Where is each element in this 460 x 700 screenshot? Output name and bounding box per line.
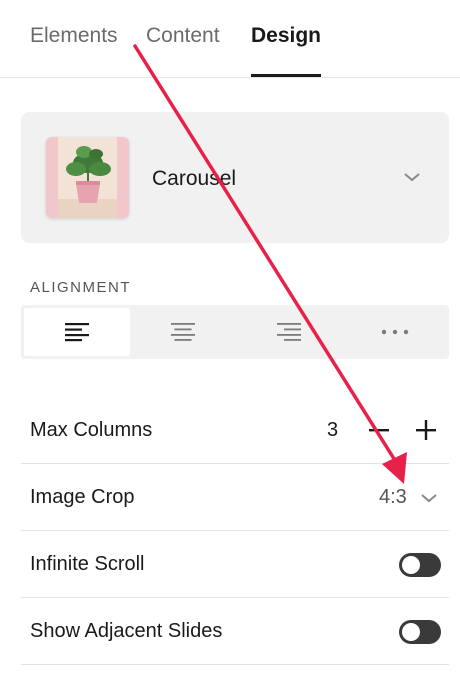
max-columns-row: Max Columns 3 bbox=[21, 397, 449, 464]
show-adjacent-slides-row: Show Adjacent Slides bbox=[21, 598, 449, 665]
align-left-button[interactable] bbox=[24, 308, 130, 356]
more-options-button[interactable] bbox=[342, 308, 448, 356]
potted-plant-image bbox=[46, 137, 129, 218]
tab-content[interactable]: Content bbox=[146, 24, 220, 48]
panel-tabs: Elements Content Design bbox=[0, 0, 460, 78]
max-columns-value: 3 bbox=[327, 419, 339, 441]
show-adjacent-slides-label: Show Adjacent Slides bbox=[30, 620, 223, 642]
align-left-icon bbox=[65, 323, 89, 342]
active-tab-indicator bbox=[251, 74, 321, 77]
block-type-name: Carousel bbox=[152, 167, 237, 190]
align-center-button[interactable] bbox=[130, 308, 236, 356]
image-crop-value[interactable]: 4:3 bbox=[379, 486, 407, 509]
chevron-down-icon[interactable] bbox=[420, 490, 438, 506]
block-type-selector[interactable]: Carousel bbox=[21, 112, 449, 243]
infinite-scroll-toggle[interactable] bbox=[399, 553, 441, 577]
toggle-knob bbox=[402, 623, 420, 641]
carousel-thumbnail-image bbox=[46, 137, 129, 218]
decrease-columns-button[interactable] bbox=[362, 413, 396, 447]
align-right-button[interactable] bbox=[236, 308, 342, 356]
infinite-scroll-label: Infinite Scroll bbox=[30, 553, 145, 575]
image-crop-row[interactable]: Image Crop 4:3 bbox=[21, 464, 449, 531]
infinite-scroll-row: Infinite Scroll bbox=[21, 531, 449, 598]
chevron-down-icon[interactable] bbox=[402, 167, 422, 187]
alignment-label: ALIGNMENT bbox=[30, 279, 132, 296]
tab-design[interactable]: Design bbox=[251, 24, 321, 48]
tab-elements[interactable]: Elements bbox=[30, 24, 118, 48]
more-dots-icon bbox=[381, 329, 409, 335]
max-columns-label: Max Columns bbox=[30, 419, 153, 441]
alignment-control bbox=[21, 305, 449, 359]
toggle-knob bbox=[402, 556, 420, 574]
plus-icon bbox=[416, 420, 436, 440]
image-crop-label: Image Crop bbox=[30, 486, 135, 508]
align-center-icon bbox=[171, 323, 195, 341]
increase-columns-button[interactable] bbox=[409, 413, 443, 447]
minus-icon bbox=[369, 429, 389, 432]
show-adjacent-slides-toggle[interactable] bbox=[399, 620, 441, 644]
align-right-icon bbox=[277, 323, 301, 341]
